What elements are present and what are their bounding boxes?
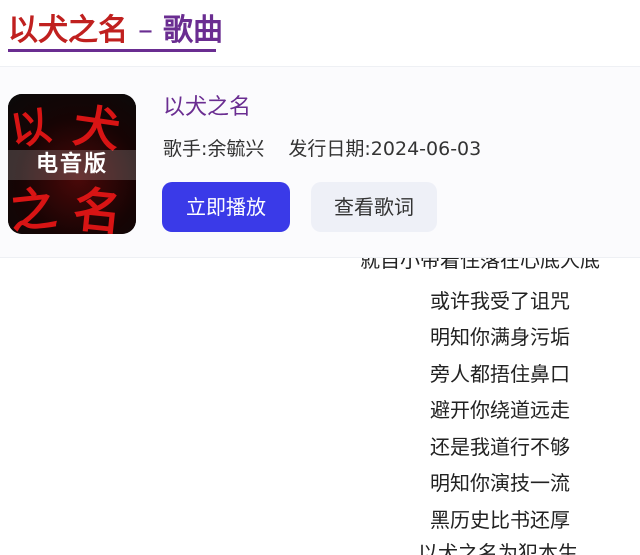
lyric-line: 明知你演技一流 <box>430 471 570 495</box>
page-header: 以犬之名 – 歌曲 <box>0 0 640 62</box>
lyric-line: 还是我道行不够 <box>430 435 570 459</box>
title-separator: – <box>138 13 153 48</box>
view-lyrics-button[interactable]: 查看歌词 <box>311 182 437 232</box>
lyric-line: 旁人都捂住鼻口 <box>430 362 570 386</box>
page-title: 以犬之名 – 歌曲 <box>8 12 223 50</box>
lyric-line: 明知你满身污垢 <box>430 325 570 349</box>
album-cover[interactable]: 以 犬 之 名 电音版 <box>8 94 136 234</box>
title-underline <box>8 49 216 52</box>
lyric-partial-top-text: 就自小带着住落在心底人底 <box>360 258 600 272</box>
cover-edition-label: 电音版 <box>8 150 136 180</box>
lyric-line: 避开你绕道远走 <box>430 398 570 422</box>
play-now-button[interactable]: 立即播放 <box>162 182 290 232</box>
song-meta: 歌手:余毓兴 发行日期:2024-06-03 <box>163 136 481 162</box>
release-date: 发行日期:2024-06-03 <box>288 138 482 160</box>
lyric-partial-bottom-text: 以犬之名为犯本生 <box>418 541 578 555</box>
cover-char-3: 之 <box>8 180 60 234</box>
title-subtitle: 歌曲 <box>163 13 223 48</box>
singer-info: 歌手:余毓兴 <box>163 138 265 160</box>
lyric-line-partial-top: 就自小带着住落在心底人底 <box>360 258 640 272</box>
song-name-link[interactable]: 以犬之名 <box>163 94 251 122</box>
lyric-line: 黑历史比书还厚 <box>430 508 570 532</box>
lyric-line: 或许我受了诅咒 <box>430 289 570 313</box>
lyric-line-partial-bottom: 以犬之名为犯本生 <box>418 541 640 555</box>
title-text: 以犬之名 <box>8 13 128 48</box>
